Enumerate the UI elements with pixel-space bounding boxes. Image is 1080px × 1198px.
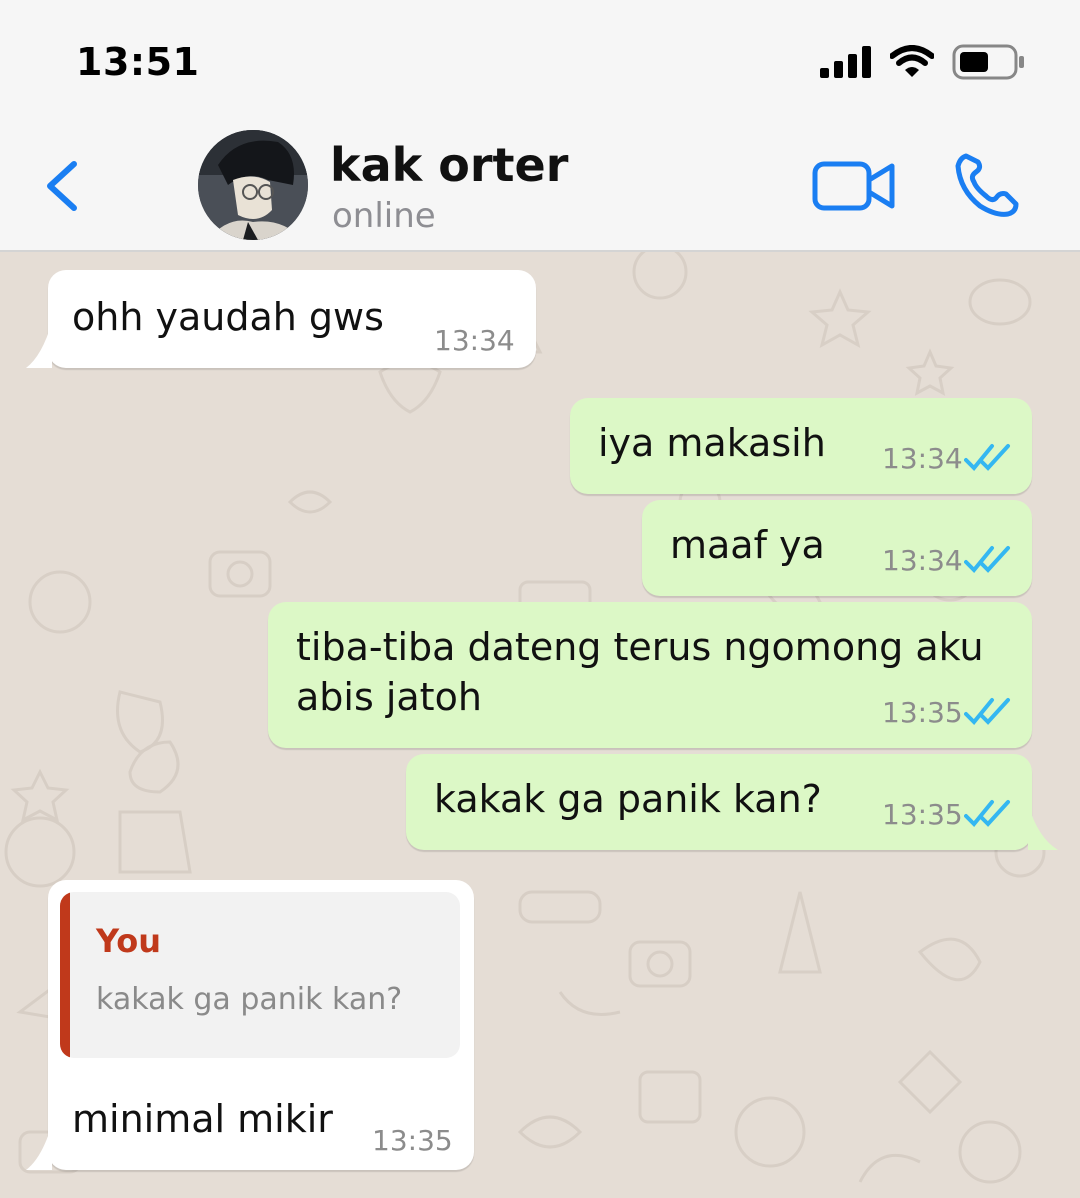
message-bubble-incoming-reply[interactable]: You kakak ga panik kan? minimal mikir 13… — [26, 880, 474, 1170]
message-time: 13:34 — [434, 324, 515, 357]
quote-text: kakak ga panik kan? — [96, 982, 403, 1017]
message-bubble-outgoing[interactable]: kakak ga panik kan? 13:35 — [406, 754, 1058, 850]
chat-area[interactable]: ohh yaudah gws 13:34 iya makasih 13:34 m… — [0, 252, 1080, 1198]
message-time: 13:35 — [372, 1124, 453, 1157]
contact-status: online — [332, 196, 436, 236]
message-bubble-outgoing[interactable]: iya makasih 13:34 — [570, 398, 1032, 494]
avatar[interactable] — [198, 130, 308, 240]
message-time: 13:35 — [882, 696, 963, 729]
status-time: 13:51 — [76, 40, 200, 84]
bubble-tail — [26, 322, 52, 368]
status-bar: 13:51 — [0, 0, 1080, 120]
message-text: maaf ya — [670, 523, 825, 567]
quoted-message[interactable]: You kakak ga panik kan? — [60, 892, 460, 1058]
contact-name[interactable]: kak orter — [330, 138, 568, 192]
message-text: ohh yaudah gws — [72, 295, 384, 339]
message-time: 13:34 — [882, 544, 963, 577]
wifi-icon — [890, 45, 934, 77]
message-time: 13:35 — [882, 798, 963, 831]
phone-icon[interactable] — [952, 150, 1022, 220]
message-bubble-outgoing[interactable]: tiba-tiba dateng terus ngomong aku abis … — [268, 602, 1032, 748]
message-text: iya makasih — [598, 421, 826, 465]
chat-header: kak orter online — [0, 120, 1080, 252]
avatar-image — [198, 130, 308, 240]
double-check-icon — [964, 546, 1010, 573]
video-camera-icon[interactable] — [812, 158, 896, 214]
quote-author: You — [96, 922, 161, 960]
battery-icon — [952, 44, 1024, 80]
message-bubble-incoming[interactable]: ohh yaudah gws 13:34 — [26, 270, 536, 368]
double-check-icon — [964, 444, 1010, 471]
status-icons — [820, 44, 1026, 80]
bubble-tail — [1028, 804, 1058, 850]
message-text: kakak ga panik kan? — [434, 777, 822, 821]
double-check-icon — [964, 698, 1010, 725]
chevron-left-icon[interactable] — [40, 158, 86, 214]
message-text: minimal mikir — [72, 1097, 333, 1141]
double-check-icon — [964, 800, 1010, 827]
message-bubble-outgoing[interactable]: maaf ya 13:34 — [642, 500, 1032, 596]
bubble-tail — [26, 1124, 52, 1170]
message-text: tiba-tiba dateng terus ngomong aku abis … — [296, 625, 984, 719]
signal-bars-icon — [820, 46, 871, 78]
message-time: 13:34 — [882, 442, 963, 475]
quote-accent-bar — [60, 892, 70, 1058]
